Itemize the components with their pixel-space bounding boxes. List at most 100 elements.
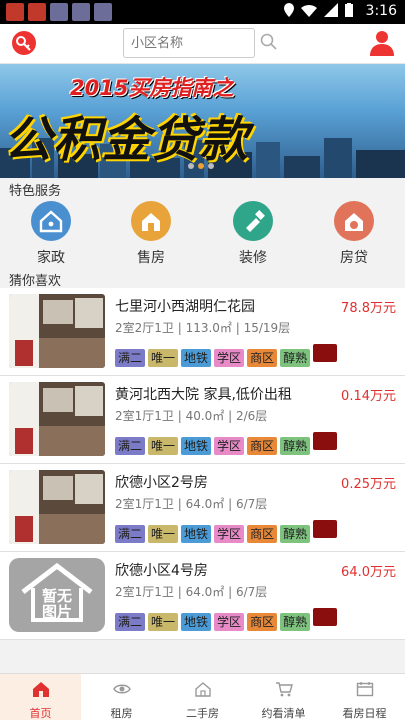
listing-price: 64.0万元 [341,565,396,580]
tab-label: 首页 [29,707,52,720]
tag-badge: 地铁 [181,349,212,367]
tab-label: 看房日程 [342,707,387,720]
signal-icon [323,3,338,17]
listing-rooms: 2室1厅1卫 [115,409,174,423]
tag-badge: 地铁 [181,525,212,543]
tab-label: 二手房 [186,707,219,720]
pagination-dot [208,163,214,169]
tab-label: 约看清单 [261,707,306,720]
tag-badge: 醇熟 [280,613,311,631]
location-icon [283,3,294,17]
notification-icon [94,3,112,21]
listing-item[interactable]: 七里河小西湖明仁花园 78.8万元 2室2厅1卫 | 113.0㎡ | 15/1… [0,288,405,376]
calendar-icon [356,682,373,697]
service-label: 家政 [37,250,65,266]
service-renovation[interactable]: 装修 [213,201,293,267]
app-logo-button[interactable] [12,31,36,55]
tab-schedule[interactable]: 看房日程 [324,674,405,720]
tag-badge: 唯一 [148,613,179,631]
listing-item[interactable]: 黄河北西大院 家具,低价出租 0.14万元 2室1厅1卫 | 40.0㎡ | 2… [0,376,405,464]
listing-name: 欣德小区4号房 [115,563,208,579]
listing-info: 2室1厅1卫 | 40.0㎡ | 2/6层 [115,409,268,423]
tab-viewing-list[interactable]: 约看清单 [243,674,324,720]
service-label: 装修 [239,250,267,266]
house-icon [194,682,211,697]
listing-name: 欣德小区2号房 [115,475,208,491]
key-icon [16,36,31,51]
brush-icon [233,201,273,241]
pagination-dot [188,163,194,169]
tag-badge [313,344,338,362]
listing-floor: 2/6层 [235,409,268,423]
tab-rent[interactable]: 租房 [81,674,162,720]
listing-area: 64.0㎡ [185,585,225,599]
tag-badge: 唯一 [148,349,179,367]
tag-badge: 醇熟 [280,437,311,455]
tag-badge [313,520,338,538]
loan-icon [334,201,374,241]
banner-pagination [186,154,216,173]
tag-badge: 醇熟 [280,525,311,543]
listing-price: 78.8万元 [341,301,396,316]
listing-price: 0.14万元 [341,389,396,404]
listing-tags: 满二 唯一 地铁 学区 商区 醇熟 [115,520,340,543]
tag-badge: 满二 [115,613,146,631]
service-housekeeping[interactable]: 家政 [11,201,91,267]
service-sell-house[interactable]: 售房 [111,201,191,267]
bottom-tab-bar: 首页 租房 二手房 约看清单 看房日程 [0,673,405,720]
listing-item[interactable]: 暂无图片 欣德小区4号房 64.0万元 2室1厅1卫 | 64.0㎡ | 6/7… [0,552,405,640]
notification-icon [50,3,68,21]
tag-badge: 满二 [115,525,146,543]
listing-rooms: 2室1厅1卫 [115,585,174,599]
search-icon[interactable] [260,33,277,50]
promo-banner[interactable]: 2015买房指南之 公积金贷款 [0,64,405,178]
listing-rooms: 2室1厅1卫 [115,497,174,511]
listing-area: 64.0㎡ [185,497,225,511]
tag-badge: 商区 [247,349,278,367]
system-icons [283,3,353,21]
no-image-placeholder: 暂无图片 [9,558,105,632]
clock: 3:16 [365,3,397,19]
listing-info: 2室2厅1卫 | 113.0㎡ | 15/19层 [115,321,291,335]
notification-icon [72,3,90,21]
recommend-section-title: 猜你喜欢 [9,274,62,289]
listing-floor: 15/19层 [243,321,291,335]
notification-icon [28,3,46,21]
tab-home[interactable]: 首页 [0,674,81,720]
tab-second-hand[interactable]: 二手房 [162,674,243,720]
listing-item[interactable]: 欣德小区2号房 0.25万元 2室1厅1卫 | 64.0㎡ | 6/7层 满二唯… [0,464,405,552]
tag-badge: 唯一 [148,437,179,455]
house-icon [131,201,171,241]
tag-badge: 醇熟 [280,349,311,367]
services-row: 家政 售房 装修 房贷 [0,201,405,267]
notification-icon [6,3,24,21]
listing-tags: 满二 唯一 地铁 学区 商区 醇熟 [115,608,340,631]
listing-info: 2室1厅1卫 | 64.0㎡ | 6/7层 [115,497,268,511]
tag-badge: 唯一 [148,525,179,543]
eye-icon [112,684,131,694]
services-section-title: 特色服务 [9,184,62,199]
listing-photo [9,294,105,368]
listing-tags: 满二 唯一 地铁 学区 商区 醇熟 [115,344,340,367]
tag-badge: 学区 [214,613,245,631]
search-input[interactable] [123,28,255,58]
status-bar: 3:16 [0,0,405,24]
home-icon [32,682,49,697]
tag-badge: 满二 [115,437,146,455]
placeholder-text: 暂无图片 [41,587,72,621]
service-label: 房贷 [340,250,368,266]
top-bar [0,24,405,64]
listing-photo [9,470,105,544]
cart-icon [275,682,293,697]
battery-icon [345,3,353,17]
listing-name: 黄河北西大院 家具,低价出租 [115,387,292,403]
tag-badge: 学区 [214,525,245,543]
listing-area: 113.0㎡ [185,321,232,335]
tag-badge: 学区 [214,437,245,455]
service-mortgage[interactable]: 房贷 [314,201,394,267]
user-icon[interactable] [370,30,394,56]
listing-rooms: 2室2厅1卫 [115,321,174,335]
tag-badge: 商区 [247,525,278,543]
listing-photo [9,382,105,456]
listing-tags: 满二 唯一 地铁 学区 商区 醇熟 [115,432,340,455]
